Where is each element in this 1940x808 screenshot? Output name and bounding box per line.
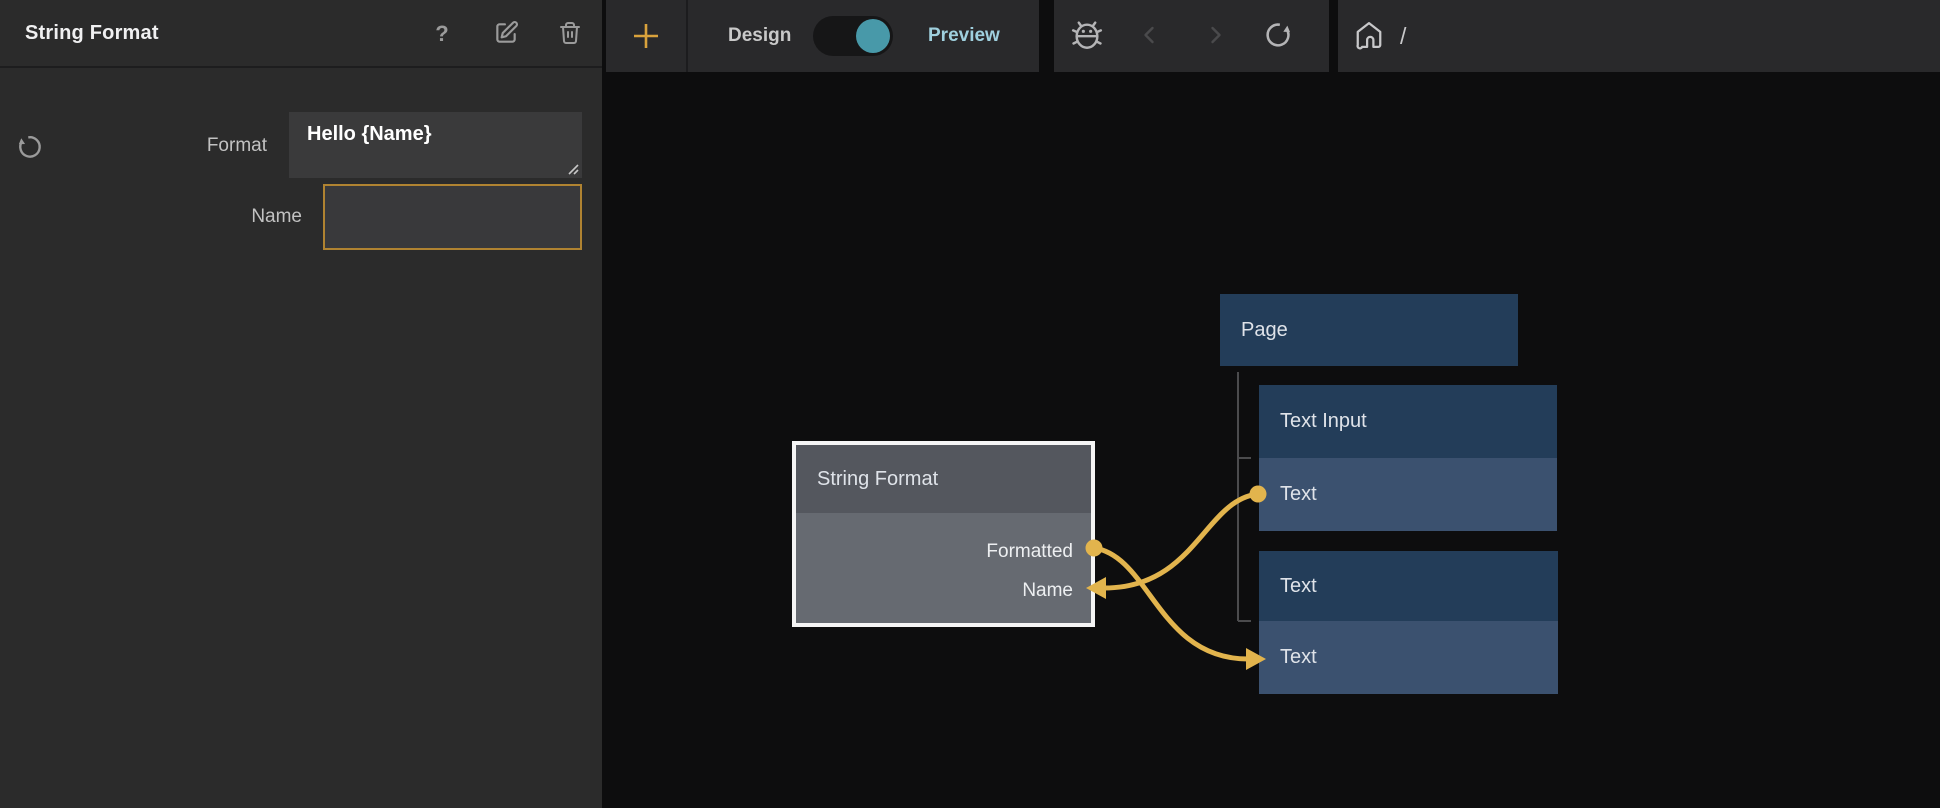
delete-button[interactable] <box>556 20 584 48</box>
format-input[interactable]: Hello {Name} <box>289 112 582 178</box>
toggle-knob <box>856 19 890 53</box>
toolbar-debug-section <box>1054 0 1329 72</box>
plus-icon <box>631 39 661 54</box>
node-page-header: Page <box>1220 294 1518 366</box>
toolbar-divider <box>686 0 688 72</box>
bug-icon <box>1070 18 1104 55</box>
help-icon: ? <box>435 23 448 45</box>
node-title: Text Input <box>1280 410 1367 433</box>
format-property-label: Format <box>67 135 267 157</box>
toolbar-navigation-section: / <box>1338 0 1940 72</box>
debug-button[interactable] <box>1067 0 1107 72</box>
port-label: Text <box>1280 646 1317 669</box>
navigate-back-button[interactable] <box>1130 0 1170 72</box>
name-input[interactable] <box>323 184 582 250</box>
add-node-button[interactable] <box>631 21 661 51</box>
node-text[interactable]: Text Text <box>1259 551 1558 694</box>
panel-title: String Format <box>25 22 159 45</box>
design-mode-label[interactable]: Design <box>728 0 791 72</box>
help-button[interactable]: ? <box>428 20 456 48</box>
home-icon <box>1354 20 1384 53</box>
port-name-input[interactable]: Name <box>1022 580 1073 602</box>
preview-mode-label[interactable]: Preview <box>928 0 1000 72</box>
node-page[interactable]: Page <box>1220 294 1518 366</box>
node-string-format-header: String Format <box>796 445 1091 513</box>
chevron-left-icon <box>1138 23 1162 50</box>
node-text-header: Text <box>1259 551 1558 621</box>
textarea-resize-handle[interactable] <box>566 162 599 805</box>
wire-textinput-to-name <box>1104 494 1258 588</box>
node-text-input-header: Text Input <box>1259 385 1557 458</box>
edit-icon <box>493 20 519 49</box>
app-root: String Format ? <box>0 0 1940 808</box>
design-preview-toggle[interactable] <box>813 16 893 56</box>
reset-properties-button[interactable] <box>16 133 44 161</box>
node-title: Text <box>1280 575 1317 598</box>
edit-button[interactable] <box>492 20 520 48</box>
port-label: Text <box>1280 483 1317 506</box>
properties-sidebar: String Format ? <box>0 0 602 808</box>
node-title: String Format <box>817 468 938 491</box>
navigate-forward-button[interactable] <box>1195 0 1235 72</box>
refresh-button[interactable] <box>1258 0 1298 72</box>
rotate-ccw-icon <box>16 149 44 164</box>
node-string-format-selected[interactable]: String Format Formatted Name <box>792 441 1095 627</box>
chevron-right-icon <box>1203 23 1227 50</box>
refresh-icon <box>1263 20 1293 53</box>
sidebar-header: String Format ? <box>0 0 602 68</box>
port-formatted-output[interactable]: Formatted <box>986 541 1073 563</box>
node-text-input-port-text[interactable]: Text <box>1259 458 1557 531</box>
sidebar-header-actions: ? <box>428 0 584 68</box>
node-text-input[interactable]: Text Input Text <box>1259 385 1557 531</box>
trash-icon <box>558 21 582 48</box>
node-title: Page <box>1241 319 1288 342</box>
breadcrumb: / <box>1400 0 1406 72</box>
tree-connector-line <box>1238 372 1251 621</box>
node-text-port-text[interactable]: Text <box>1259 621 1558 694</box>
name-property-label: Name <box>102 206 302 228</box>
wire-formatted-to-text <box>1094 548 1248 659</box>
toolbar-main-section: Design Preview <box>606 0 1039 72</box>
home-button[interactable] <box>1349 0 1389 72</box>
